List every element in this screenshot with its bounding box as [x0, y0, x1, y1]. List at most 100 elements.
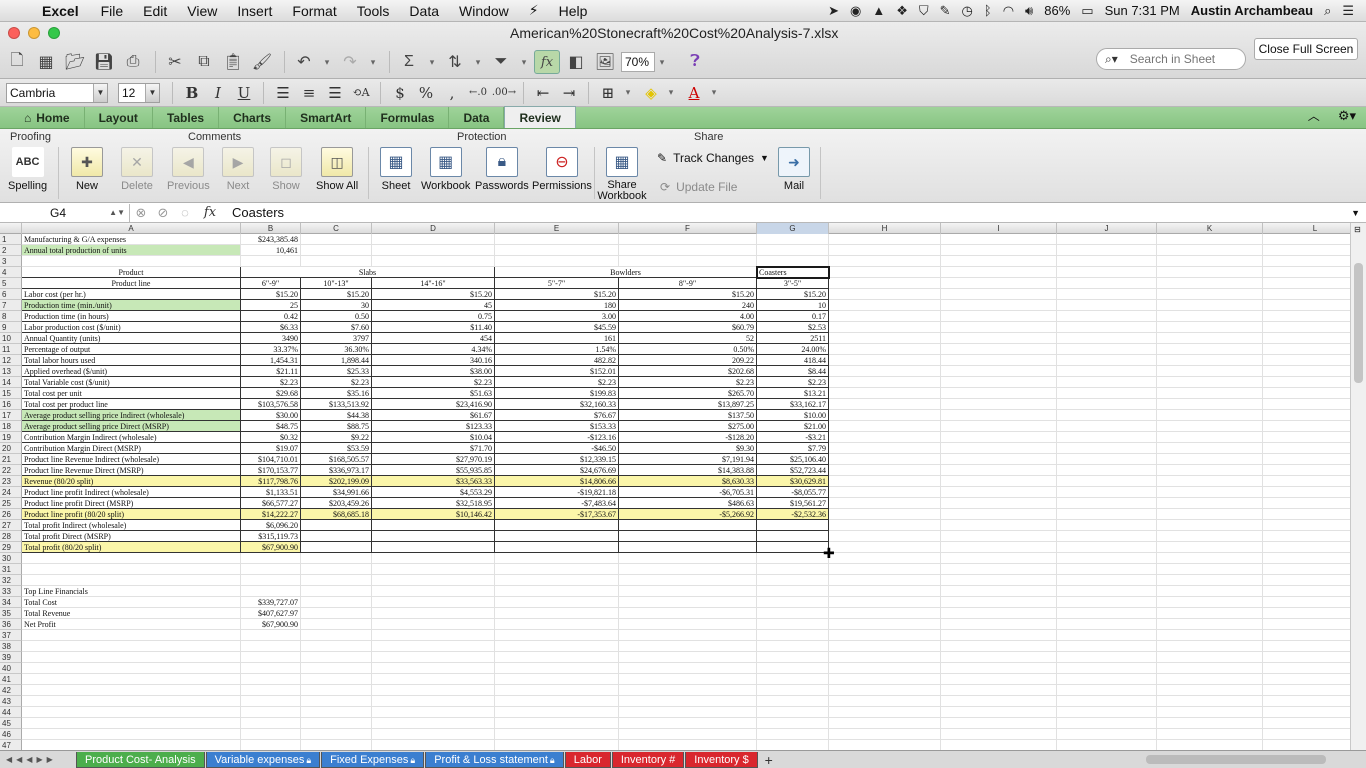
cell-d24[interactable]: $4,553.29 [372, 487, 495, 498]
menu-format[interactable]: Format [282, 3, 346, 19]
cell-d32[interactable] [372, 575, 495, 586]
cell-a17[interactable]: Average product selling price Indirect (… [22, 410, 241, 421]
column-header-f[interactable]: F [619, 223, 757, 234]
cell-i5[interactable] [941, 278, 1057, 289]
cell-h1[interactable] [829, 234, 941, 245]
cell-c14[interactable]: $2.23 [301, 377, 372, 388]
cell-f46[interactable] [619, 729, 757, 740]
cell-e18[interactable]: $153.33 [495, 421, 619, 432]
cell-i42[interactable] [941, 685, 1057, 696]
cell-g37[interactable] [757, 630, 829, 641]
cell-l8[interactable] [1263, 311, 1350, 322]
cell-l39[interactable] [1263, 652, 1350, 663]
cell-j21[interactable] [1057, 454, 1157, 465]
cell-i33[interactable] [941, 586, 1057, 597]
cell-i17[interactable] [941, 410, 1057, 421]
column-header-g[interactable]: G [757, 223, 829, 234]
cell-g31[interactable] [757, 564, 829, 575]
cell-l13[interactable] [1263, 366, 1350, 377]
cell-a34[interactable]: Total Cost [22, 597, 241, 608]
cell-f31[interactable] [619, 564, 757, 575]
cell-b47[interactable] [241, 740, 301, 750]
cell-c42[interactable] [301, 685, 372, 696]
user-name[interactable]: Austin Archambeau [1191, 3, 1313, 18]
cell-c16[interactable]: $133,513.92 [301, 399, 372, 410]
cell-b39[interactable] [241, 652, 301, 663]
format-painter-icon[interactable]: 🖌︎ [249, 50, 275, 74]
cell-i43[interactable] [941, 696, 1057, 707]
cell-f36[interactable] [619, 619, 757, 630]
cell-b35[interactable]: $407,627.97 [241, 608, 301, 619]
cell-c4[interactable]: Slabs [241, 267, 495, 278]
cell-g8[interactable]: 0.17 [757, 311, 829, 322]
cell-h34[interactable] [829, 597, 941, 608]
cell-e3[interactable] [495, 256, 619, 267]
search-input[interactable] [1129, 52, 1230, 66]
cell-j14[interactable] [1057, 377, 1157, 388]
protect-workbook-button[interactable]: ▦ Workbook [421, 147, 470, 192]
column-header-b[interactable]: B [241, 223, 301, 234]
cell-l40[interactable] [1263, 663, 1350, 674]
cell-h47[interactable] [829, 740, 941, 750]
cell-a45[interactable] [22, 718, 241, 729]
cell-h3[interactable] [829, 256, 941, 267]
split-handle-icon[interactable]: ⊟ [1354, 225, 1361, 234]
cell-d41[interactable] [372, 674, 495, 685]
cell-h43[interactable] [829, 696, 941, 707]
cell-l11[interactable] [1263, 344, 1350, 355]
mail-button[interactable]: ➜ Mail [778, 147, 810, 192]
cell-c46[interactable] [301, 729, 372, 740]
cell-i12[interactable] [941, 355, 1057, 366]
row-header[interactable]: 3 [0, 256, 22, 267]
cell-e34[interactable] [495, 597, 619, 608]
cell-a10[interactable]: Annual Quantity (units) [22, 333, 241, 344]
cell-c11[interactable]: 36.30% [301, 344, 372, 355]
column-header-i[interactable]: I [941, 223, 1057, 234]
cell-g22[interactable]: $52,723.44 [757, 465, 829, 476]
cell-e37[interactable] [495, 630, 619, 641]
cell-k9[interactable] [1157, 322, 1263, 333]
cell-i39[interactable] [941, 652, 1057, 663]
cell-f1[interactable] [619, 234, 757, 245]
cell-c19[interactable]: $9.22 [301, 432, 372, 443]
cell-e36[interactable] [495, 619, 619, 630]
cell-b31[interactable] [241, 564, 301, 575]
cell-g38[interactable] [757, 641, 829, 652]
cell-k10[interactable] [1157, 333, 1263, 344]
media-browser-icon[interactable]: 🖼︎ [592, 50, 618, 74]
cell-a5[interactable]: Product line [22, 278, 241, 289]
cell-e44[interactable] [495, 707, 619, 718]
cell-b43[interactable] [241, 696, 301, 707]
cell-k32[interactable] [1157, 575, 1263, 586]
cut-icon[interactable]: ✂ [162, 50, 188, 74]
cell-l33[interactable] [1263, 586, 1350, 597]
cell-k43[interactable] [1157, 696, 1263, 707]
cell-j24[interactable] [1057, 487, 1157, 498]
cell-a23[interactable]: Revenue (80/20 split) [22, 476, 241, 487]
cell-d23[interactable]: $33,563.33 [372, 476, 495, 487]
cell-b32[interactable] [241, 575, 301, 586]
cell-h39[interactable] [829, 652, 941, 663]
cell-i20[interactable] [941, 443, 1057, 454]
cell-b40[interactable] [241, 663, 301, 674]
cell-h42[interactable] [829, 685, 941, 696]
menu-window[interactable]: Window [449, 3, 519, 19]
cell-e10[interactable]: 161 [495, 333, 619, 344]
cell-l29[interactable] [1263, 542, 1350, 553]
cell-f41[interactable] [619, 674, 757, 685]
new-comment-button[interactable]: ✚ New [71, 147, 103, 192]
cell-j10[interactable] [1057, 333, 1157, 344]
cell-l30[interactable] [1263, 553, 1350, 564]
cell-j42[interactable] [1057, 685, 1157, 696]
cell-j18[interactable] [1057, 421, 1157, 432]
cell-b8[interactable]: 0.42 [241, 311, 301, 322]
expand-formula-icon[interactable]: ▼ [1351, 208, 1366, 218]
cell-k11[interactable] [1157, 344, 1263, 355]
cell-c38[interactable] [301, 641, 372, 652]
cell-j41[interactable] [1057, 674, 1157, 685]
italic-icon[interactable]: I [205, 82, 231, 104]
cell-b30[interactable] [241, 553, 301, 564]
cell-k15[interactable] [1157, 388, 1263, 399]
row-header[interactable]: 24 [0, 487, 22, 498]
zoom-dropdown-icon[interactable]: ▾ [655, 50, 669, 74]
